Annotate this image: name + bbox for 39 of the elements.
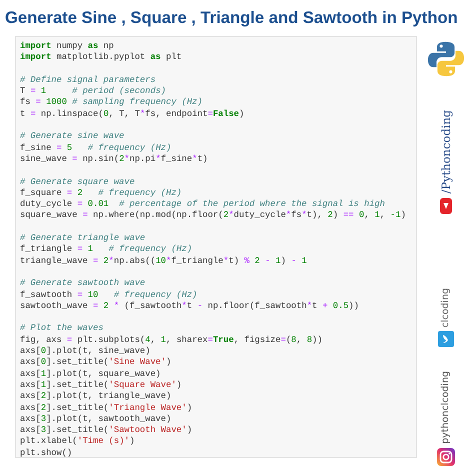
code-line: plt.xlabel('Time (s)') <box>20 436 135 448</box>
code-line: fig, axs = plt.subplots(4, 1, sharex=True, figsize=(8, 8)) <box>20 334 322 346</box>
page-title: Generate Sine , Square , Triangle and Sawtooth in Python <box>5 8 458 28</box>
code-line: f_triangle = 1 # frequency (Hz) <box>20 244 192 256</box>
code-line: duty_cycle = 0.01 # percentage of the period where the signal is high <box>20 199 385 210</box>
code-line: f_sawtooth = 10 # frequency (Hz) <box>20 290 198 301</box>
code-line: # Generate sine wave <box>20 131 124 143</box>
code-line: axs[3].set_title('Sawtooth Wave') <box>20 425 192 436</box>
code-line: import matplotlib.pyplot as plt <box>20 52 182 64</box>
code-line: square_wave = np.where(np.mod(np.floor(2*duty_cycle*fs*t), 2) == 0, 1, -1) <box>20 210 406 222</box>
play-button-icon <box>440 198 452 214</box>
code-line: sine_wave = np.sin(2*np.pi*f_sine*t) <box>20 154 208 166</box>
code-line: axs[1].plot(t, square_wave) <box>20 368 161 380</box>
code-line: axs[0].set_title('Sine Wave') <box>20 357 172 369</box>
bird-icon <box>438 331 454 348</box>
code-line: f_sine = 5 # frequency (Hz) <box>20 142 172 154</box>
code-line: # Generate sawtooth wave <box>20 278 146 290</box>
python-logo-icon <box>426 40 464 78</box>
social-handle: pythonclcoding <box>440 371 451 444</box>
code-line: sawtooth_wave = 2 * (f_sawtooth*t - np.floor(f_sawtooth*t + 0.5)) <box>20 300 359 312</box>
social-handle: /Pythoncoding <box>438 110 452 194</box>
code-line: axs[2].plot(t, triangle_wave) <box>20 391 172 402</box>
code-line: axs[2].set_title('Triangle Wave') <box>20 402 192 414</box>
code-line: import numpy as np <box>20 41 114 52</box>
social-handle: clcoding <box>440 288 451 328</box>
code-line: # Generate triangle wave <box>20 233 146 244</box>
code-line: f_square = 2 # frequency (Hz) <box>20 188 182 200</box>
code-line: plt.show() <box>20 448 72 459</box>
code-line: # Plot the waves <box>20 323 104 335</box>
code-line: t = np.linspace(0, T, T*fs, endpoint=False) <box>20 108 244 120</box>
code-line: axs[3].plot(t, sawtooth_wave) <box>20 414 172 426</box>
code-line: fs = 1000 # sampling frequency (Hz) <box>20 97 202 109</box>
code-line: triangle_wave = 2*np.abs((10*f_triangle*t) % 2 - 1) - 1 <box>20 256 307 267</box>
code-line: # Define signal parameters <box>20 74 156 86</box>
camera-icon <box>436 448 454 466</box>
code-line: T = 1 # period (seconds) <box>20 86 166 98</box>
code-line: # Generate square wave <box>20 176 135 188</box>
code-line: axs[0].plot(t, sine_wave) <box>20 346 150 358</box>
code-line: axs[1].set_title('Square Wave') <box>20 380 182 392</box>
